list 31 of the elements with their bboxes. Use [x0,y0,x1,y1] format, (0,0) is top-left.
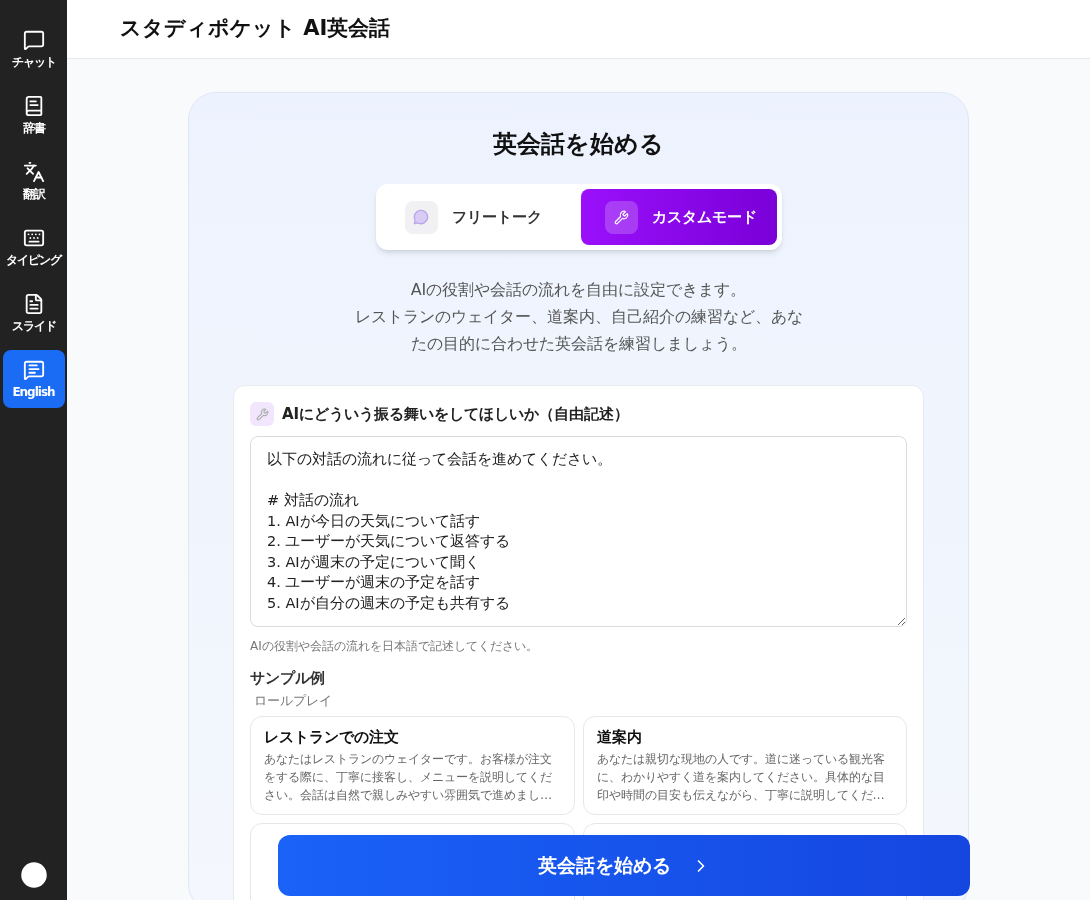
wrench-icon [613,209,629,225]
sample-title: レストランでの注文 [264,728,400,747]
sidebar-item[interactable]: 翻訳 [2,152,65,210]
wrench-icon [255,407,269,421]
sidebar-item[interactable]: English [2,350,65,408]
section-heading: サンプル例 [250,668,326,688]
sidebar-item[interactable]: チャット [2,20,65,78]
behavior-input-field[interactable]: 以下の対話の流れに従って会話を進めてください。 # 対話の流れ 1. AIが今日の天気について話す 2. ユーザーが天気について返答する 3. AIが週末の予定について聞く 4. ユーザーが週末の予定を話す 5. AIが自分の週末の予定も共有する [250,436,907,627]
app-title: スタディポケット AI英会話 [120,15,391,43]
description-text: AIの役割や会話の流れを自由に設定できます。 [410,279,747,301]
sidebar-item[interactable]: 辞書 [2,86,65,144]
sidebar-item[interactable]: スライド [2,284,65,342]
speech-bubble-icon [413,209,429,225]
panel-title: 英会話を始める [493,129,664,160]
sample-title: 道案内 [596,728,643,747]
category-label: ロールプレイ [254,692,333,710]
sample-text: あなたは親切な現地の人です。道に迷っている観光客に、わかりやすく道を案内してください。具体的な目印や時間の目安も伝えながら、丁寧に説明してくだ… [596,751,886,804]
translate-icon [22,161,45,183]
hint-text: AIの役割や会話の流れを日本語で記述してください。 [250,638,539,654]
description-text: レストランのウェイター、道案内、自己紹介の練習など、あな [354,306,803,328]
sample-card[interactable]: レストランでの注文 あなたはレストランのウェイターです。お客様が注文をする際に、丁寧に接客し、メニューを説明してください。会話は自然で親しみやすい雰囲気で進めまし… [250,716,575,815]
description-text: たの目的に合わせた英会話を練習しましょう。 [410,333,747,355]
field-label: AIにどういう振る舞いをしてほしいか（自由記述） [282,403,630,425]
keyboard-icon [22,227,45,249]
mode-tab[interactable]: カスタムモード [580,189,777,245]
speech-bubble-icon [22,29,45,51]
sample-card[interactable]: 道案内 あなたは親切な現地の人です。道に迷っている観光客に、わかりやすく道を案内してください。具体的な目印や時間の目安も伝えながら、丁寧に説明してくだ… [582,716,907,815]
speech-bubble-icon [22,359,45,381]
start-button[interactable]: 英会話を始める [278,835,970,896]
sidebar-item[interactable]: タイピング [2,218,65,276]
sample-text: あなたはレストランのウェイターです。お客様が注文をする際に、丁寧に接客し、メニューを説明してください。会話は自然で親しみやすい雰囲気で進めまし… [264,751,554,804]
